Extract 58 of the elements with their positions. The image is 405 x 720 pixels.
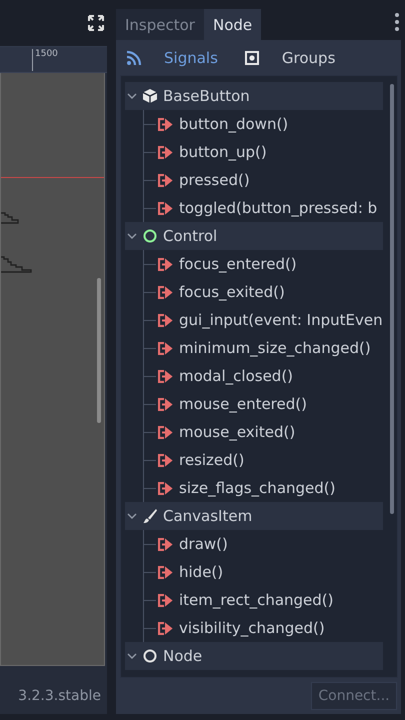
signal-icon xyxy=(158,314,173,326)
scrollbar[interactable] xyxy=(97,278,101,423)
signal-label[interactable]: button_down() xyxy=(179,115,288,133)
signal-label[interactable]: draw() xyxy=(179,535,228,553)
tree-category[interactable]: BaseButton xyxy=(125,82,383,110)
signal-icon xyxy=(158,202,173,214)
chevron-icon[interactable] xyxy=(127,652,137,660)
fullscreen-icon[interactable] xyxy=(88,15,104,31)
signal-icon xyxy=(158,258,173,270)
signal-icon xyxy=(158,426,173,438)
square-dot-icon xyxy=(244,50,260,66)
signal-label[interactable]: hide() xyxy=(179,563,224,581)
signal-icon xyxy=(158,566,173,578)
signal-icon xyxy=(158,538,173,550)
signal-label[interactable]: toggled(button_pressed: b xyxy=(179,199,378,217)
version-label: 3.2.3.stable xyxy=(18,688,101,704)
chevron-icon[interactable] xyxy=(127,232,137,240)
scrollbar[interactable] xyxy=(390,84,394,514)
panel-tab[interactable]: Signals xyxy=(126,48,232,66)
tree-category[interactable]: Control xyxy=(125,222,383,250)
signal-icon xyxy=(158,342,173,354)
chevron-icon[interactable] xyxy=(127,92,137,100)
tree-category[interactable]: Node xyxy=(125,642,383,670)
signal-label[interactable]: resized() xyxy=(179,451,244,469)
dock-tab[interactable]: Node xyxy=(204,9,262,40)
tree-category[interactable]: CanvasItem xyxy=(125,502,383,530)
signal-icon xyxy=(158,146,173,158)
signal-icon xyxy=(158,594,173,606)
signal-icon xyxy=(158,370,173,382)
signal-icon xyxy=(158,482,173,494)
signal-icon xyxy=(158,118,173,130)
panel-tab[interactable]: Groups xyxy=(244,48,350,66)
brush-icon xyxy=(142,508,158,524)
signal-label[interactable]: mouse_entered() xyxy=(179,395,307,413)
chevron-icon[interactable] xyxy=(127,512,137,520)
ruler-label: 1500 xyxy=(32,49,58,71)
signal-label[interactable]: focus_exited() xyxy=(179,283,285,301)
signal-label[interactable]: modal_closed() xyxy=(179,367,294,385)
cube-icon xyxy=(142,88,158,104)
signal-label[interactable]: size_flags_changed() xyxy=(179,479,336,497)
signal-icon xyxy=(158,286,173,298)
signal-label[interactable]: mouse_exited() xyxy=(179,423,296,441)
more-icon[interactable] xyxy=(394,13,399,31)
dock-tab[interactable]: Inspector xyxy=(116,9,204,40)
signal-label[interactable]: button_up() xyxy=(179,143,267,161)
signal-label[interactable]: visibility_changed() xyxy=(179,619,325,637)
signal-icon xyxy=(158,174,173,186)
signal-label[interactable]: minimum_size_changed() xyxy=(179,339,371,357)
signal-label[interactable]: gui_input(event: InputEven xyxy=(179,311,383,329)
signal-label[interactable]: focus_entered() xyxy=(179,255,297,273)
signal-icon xyxy=(158,622,173,634)
signal-icon xyxy=(158,454,173,466)
signal-label[interactable]: pressed() xyxy=(179,171,250,189)
signal-icon xyxy=(126,50,142,66)
signal-icon xyxy=(158,398,173,410)
circle-icon xyxy=(142,648,158,664)
circle-icon xyxy=(142,228,158,244)
signal-label[interactable]: item_rect_changed() xyxy=(179,591,334,609)
